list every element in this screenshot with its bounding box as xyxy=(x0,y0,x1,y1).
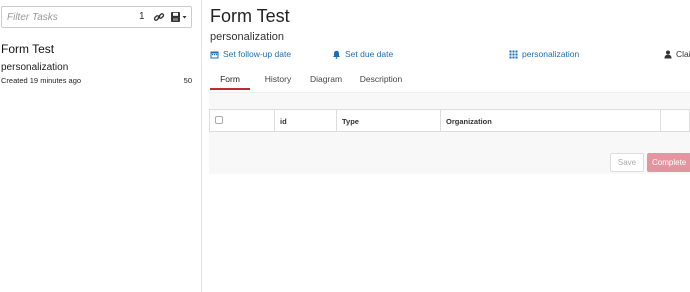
group-label: personalization xyxy=(522,49,580,59)
tab-history[interactable]: History xyxy=(258,72,298,90)
column-header-type: Type xyxy=(337,110,441,131)
set-due-date-button[interactable]: Set due date xyxy=(332,49,393,59)
grid-icon xyxy=(509,50,518,58)
calendar-icon xyxy=(210,51,219,58)
task-title: Form Test xyxy=(210,6,290,26)
caret-down-icon xyxy=(182,16,187,19)
task-form: id Type Organization Save Complete xyxy=(209,92,690,174)
task-item-priority: 50 xyxy=(183,76,192,85)
bell-icon xyxy=(333,50,340,59)
filter-tasks-input[interactable] xyxy=(2,7,132,27)
column-header-organization: Organization xyxy=(441,110,661,131)
tab-description[interactable]: Description xyxy=(355,72,407,90)
tab-diagram[interactable]: Diagram xyxy=(306,72,346,90)
column-header-id: id xyxy=(275,110,337,131)
follow-up-label: Set follow-up date xyxy=(223,49,292,59)
task-detail-panel: Form Test personalization Set follow-up … xyxy=(203,0,690,292)
set-follow-up-date-button[interactable]: Set follow-up date xyxy=(210,49,291,59)
task-list-panel: 1 Form Test personalization Created 19 m… xyxy=(0,0,202,292)
save-icon[interactable] xyxy=(170,11,188,23)
column-header-extra xyxy=(661,110,690,131)
task-list-item[interactable]: Form Test personalization Created 19 min… xyxy=(0,38,201,88)
candidate-groups-button[interactable]: personalization xyxy=(509,49,579,59)
save-button[interactable]: Save xyxy=(610,153,644,172)
task-item-created: Created 19 minutes ago xyxy=(1,76,82,85)
select-all-checkbox[interactable] xyxy=(215,116,223,124)
due-date-label: Set due date xyxy=(345,49,394,59)
filter-tasks-box: 1 xyxy=(1,6,192,28)
task-process-name: personalization xyxy=(210,31,284,43)
task-item-process: personalization xyxy=(1,62,69,73)
select-all-column xyxy=(210,110,275,131)
user-icon xyxy=(664,50,672,58)
task-count: 1 xyxy=(139,11,145,22)
tab-form[interactable]: Form xyxy=(210,72,250,90)
task-item-name: Form Test xyxy=(1,42,55,56)
claim-label: Clai xyxy=(676,49,690,59)
claim-button[interactable]: Clai xyxy=(664,49,690,59)
complete-button[interactable]: Complete xyxy=(647,153,690,172)
form-table-header: id Type Organization xyxy=(209,109,690,132)
task-tabs: Form History Diagram Description xyxy=(210,72,690,90)
link-icon[interactable] xyxy=(153,11,165,23)
